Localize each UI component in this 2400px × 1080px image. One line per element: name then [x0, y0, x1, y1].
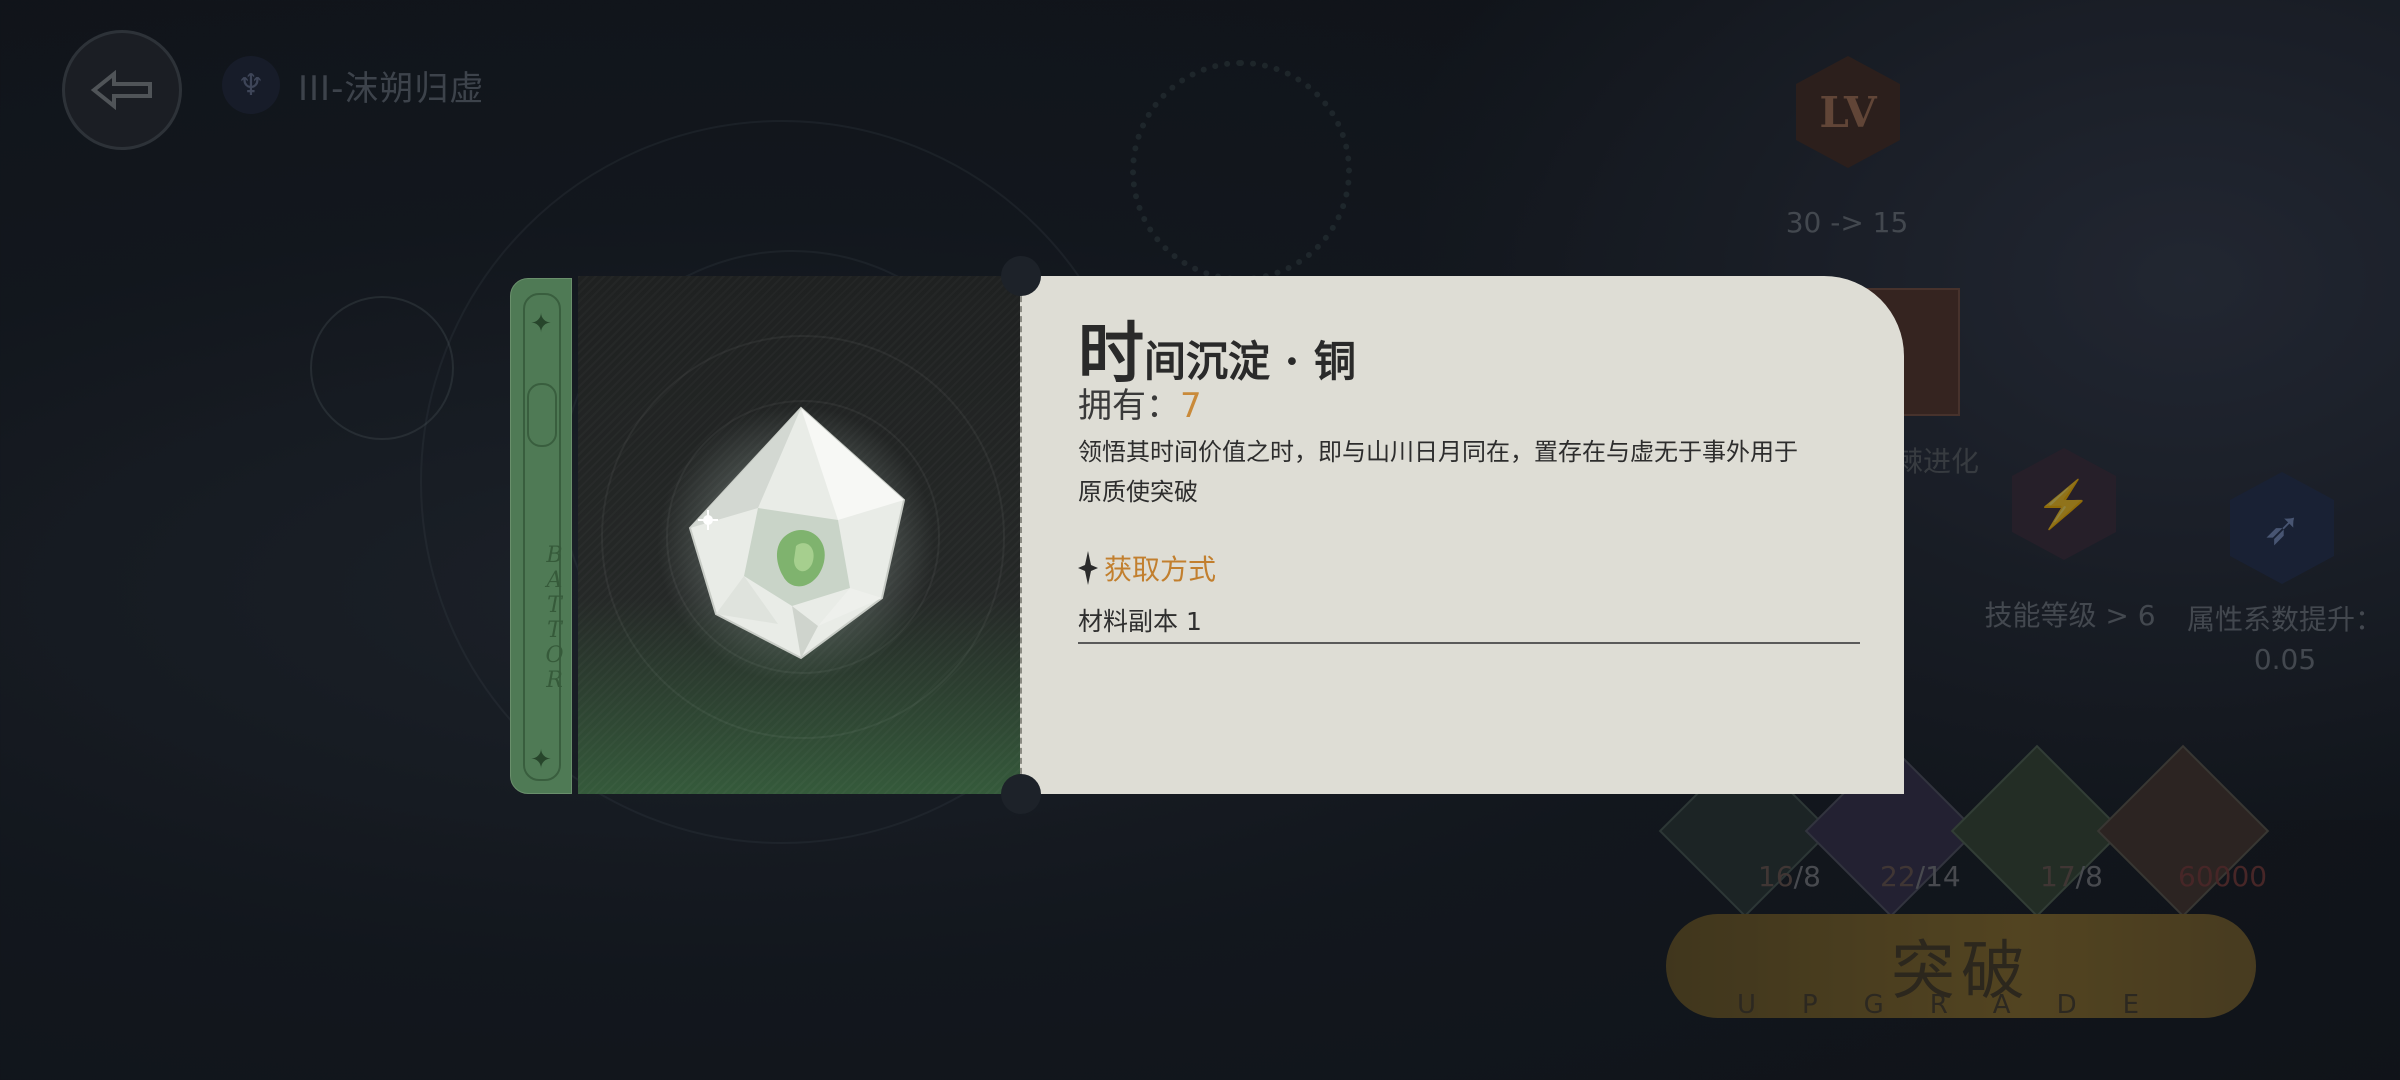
card-side-tab: ✦ BATTOR ✦	[510, 278, 572, 794]
owned-count: 7	[1180, 386, 1202, 426]
tab-oval-ornament	[527, 383, 557, 447]
tab-star-top-icon: ✦	[530, 309, 552, 339]
item-description: 领悟其时间价值之时，即与山川日月同在，置存在与虚无于事外用于原质使突破	[1078, 438, 1798, 506]
source-entry-label: 材料副本 1	[1078, 607, 1202, 636]
item-detail-card: ✦ BATTOR ✦ 时间沉淀 · 铜 拥有：7 领悟其时间价值之时，即与山川日…	[510, 256, 1904, 814]
four-point-star-icon	[1078, 551, 1098, 585]
tab-frame	[523, 293, 561, 781]
owned-count-row: 拥有：7	[1078, 378, 1202, 427]
tab-letters: BATTOR	[542, 543, 567, 693]
source-entry[interactable]: 材料副本 1	[1078, 602, 1860, 644]
crystal-gem-icon	[688, 406, 906, 660]
source-header: 获取方式	[1078, 548, 1216, 588]
card-notch-bottom	[1001, 774, 1041, 814]
item-info-panel: 时间沉淀 · 铜 拥有：7 领悟其时间价值之时，即与山川日月同在，置存在与虚无于…	[1001, 256, 1904, 814]
owned-label: 拥有：	[1078, 386, 1180, 426]
card-notch-top	[1001, 256, 1041, 296]
tab-star-bottom-icon: ✦	[530, 745, 552, 775]
item-art-panel	[578, 276, 1024, 794]
source-title: 获取方式	[1104, 553, 1217, 586]
